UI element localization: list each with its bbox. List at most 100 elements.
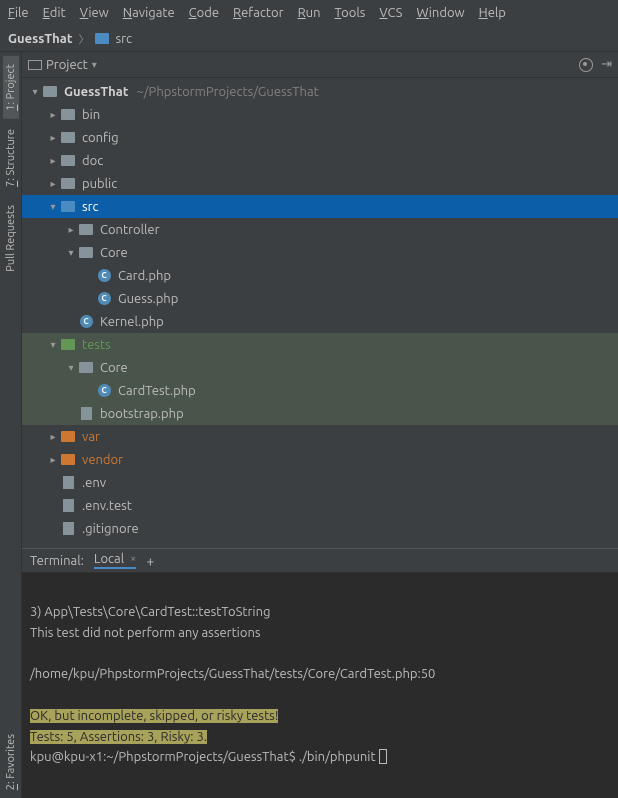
terminal-tab-label: Local [94, 552, 124, 566]
window-icon[interactable] [28, 60, 42, 70]
tree-item-name: config [82, 131, 618, 145]
file-icon [60, 476, 76, 490]
chevron-icon[interactable]: ▾ [64, 362, 78, 374]
tree-row[interactable]: ▾tests [22, 333, 618, 356]
file-icon [78, 407, 94, 421]
folder-icon [60, 131, 76, 145]
tree-item-name: GuessThat~/PhpstormProjects/GuessThat [64, 85, 618, 99]
tree-item-name: Card.php [118, 269, 618, 283]
collapse-icon[interactable]: ⇥ [601, 57, 612, 72]
chevron-icon[interactable]: ▾ [28, 86, 42, 98]
tree-row[interactable]: bootstrap.php [22, 402, 618, 425]
tree-row[interactable]: ▾ Core [22, 241, 618, 264]
tree-item-name: src [82, 200, 618, 214]
file-icon [60, 522, 76, 536]
tree-row[interactable]: ▸ vendor [22, 448, 618, 471]
tree-row[interactable]: .gitignore [22, 517, 618, 540]
tree-item-name: .env [82, 476, 618, 490]
chevron-icon[interactable]: ▸ [46, 178, 60, 190]
menu-run[interactable]: Run [298, 6, 321, 20]
menu-file[interactable]: File [8, 6, 29, 20]
tree-item-name: Core [100, 246, 618, 260]
tree-row[interactable]: ▾ GuessThat~/PhpstormProjects/GuessThat [22, 80, 618, 103]
terminal-panel: Terminal: Local × + 3) App\Tests\Core\Ca… [22, 548, 618, 798]
tree-item-name: Guess.php [118, 292, 618, 306]
chevron-icon[interactable]: ▸ [46, 431, 60, 443]
chevron-icon[interactable]: ▾ [64, 247, 78, 259]
php-file-icon: C [78, 315, 94, 329]
chevron-icon[interactable]: ▸ [46, 155, 60, 167]
menu-tools[interactable]: Tools [335, 6, 366, 20]
tool-tab-structure[interactable]: 7: Structure [3, 121, 19, 195]
php-file-icon: C [96, 384, 112, 398]
project-tree[interactable]: ▾ GuessThat~/PhpstormProjects/GuessThat ▸ b… [22, 78, 618, 548]
tree-item-name: public [82, 177, 618, 191]
folder-icon [60, 430, 76, 444]
tool-tab-project[interactable]: 1: Project [3, 56, 19, 119]
tree-row[interactable]: .env.test [22, 494, 618, 517]
tree-item-name: var [82, 430, 618, 444]
project-panel-label[interactable]: Project [46, 58, 88, 72]
folder-icon [60, 108, 76, 122]
menu-code[interactable]: Code [189, 6, 219, 20]
folder-icon [60, 154, 76, 168]
tree-row[interactable]: CGuess.php [22, 287, 618, 310]
tree-row[interactable]: ▾ src [22, 195, 618, 218]
menu-navigate[interactable]: Navigate [123, 6, 175, 20]
tree-item-name: Kernel.php [100, 315, 618, 329]
chevron-icon[interactable]: ▸ [64, 224, 78, 236]
menu-refactor[interactable]: Refactor [233, 6, 284, 20]
tree-row[interactable]: ▸ var [22, 425, 618, 448]
chevron-icon[interactable]: ▸ [46, 132, 60, 144]
tree-item-name: .env.test [82, 499, 618, 513]
tree-row[interactable]: C Card.php [22, 264, 618, 287]
breadcrumb-folder[interactable]: src [115, 32, 132, 46]
chevron-icon[interactable]: ▸ [46, 454, 60, 466]
chevron-icon[interactable]: ▾ [46, 339, 60, 351]
menu-vcs[interactable]: VCS [379, 6, 402, 20]
folder-icon [60, 338, 76, 352]
menu-help[interactable]: Help [479, 6, 506, 20]
tree-row[interactable]: C CardTest.php [22, 379, 618, 402]
tree-item-name: .gitignore [82, 522, 618, 536]
breadcrumb-project[interactable]: GuessThat [8, 32, 72, 46]
tree-row[interactable]: ▸ bin [22, 103, 618, 126]
chevron-icon[interactable]: ▸ [46, 109, 60, 121]
folder-icon [42, 85, 58, 99]
tree-item-name: vendor [82, 453, 618, 467]
tree-row[interactable]: ▸ public [22, 172, 618, 195]
main-menu: File Edit View Navigate Code Refactor Run Tools… [0, 0, 618, 26]
close-icon[interactable]: × [130, 553, 136, 565]
tree-row[interactable]: .env [22, 471, 618, 494]
tree-item-name: doc [82, 154, 618, 168]
chevron-icon[interactable]: ▾ [46, 201, 60, 213]
php-file-icon: C [96, 269, 112, 283]
menu-edit[interactable]: Edit [43, 6, 66, 20]
file-icon [60, 499, 76, 513]
tree-item-name: Controller [100, 223, 618, 237]
folder-icon [78, 361, 94, 375]
folder-icon [60, 200, 76, 214]
menu-window[interactable]: Window [416, 6, 464, 20]
menu-view[interactable]: View [80, 6, 109, 20]
tool-tab-favorites[interactable]: 2: Favorites [3, 726, 19, 798]
target-icon[interactable] [579, 58, 593, 72]
folder-icon [78, 223, 94, 237]
dropdown-arrow-icon[interactable]: ▾ [92, 59, 97, 71]
chevron-right-icon: 〉 [78, 31, 89, 47]
tree-row[interactable]: ▾ Core [22, 356, 618, 379]
left-tool-tabs: 1: Project 7: Structure Pull Requests 2: Fa… [0, 52, 22, 798]
tree-item-name: Core [100, 361, 618, 375]
tree-row[interactable]: C Kernel.php [22, 310, 618, 333]
tool-tab-pullrequests[interactable]: Pull Requests [3, 197, 19, 280]
tree-item-name: bin [82, 108, 618, 122]
terminal-output[interactable]: 3) App\Tests\Core\CardTest::testToString… [22, 573, 618, 798]
terminal-tab-local[interactable]: Local × [94, 552, 137, 569]
add-terminal-button[interactable]: + [146, 553, 154, 569]
tree-item-name: bootstrap.php [100, 407, 618, 421]
tree-item-name: CardTest.php [118, 384, 618, 398]
tree-row[interactable]: ▸ doc [22, 149, 618, 172]
tree-row[interactable]: ▸ Controller [22, 218, 618, 241]
tree-row[interactable]: ▸ config [22, 126, 618, 149]
terminal-tabs: Terminal: Local × + [22, 549, 618, 573]
